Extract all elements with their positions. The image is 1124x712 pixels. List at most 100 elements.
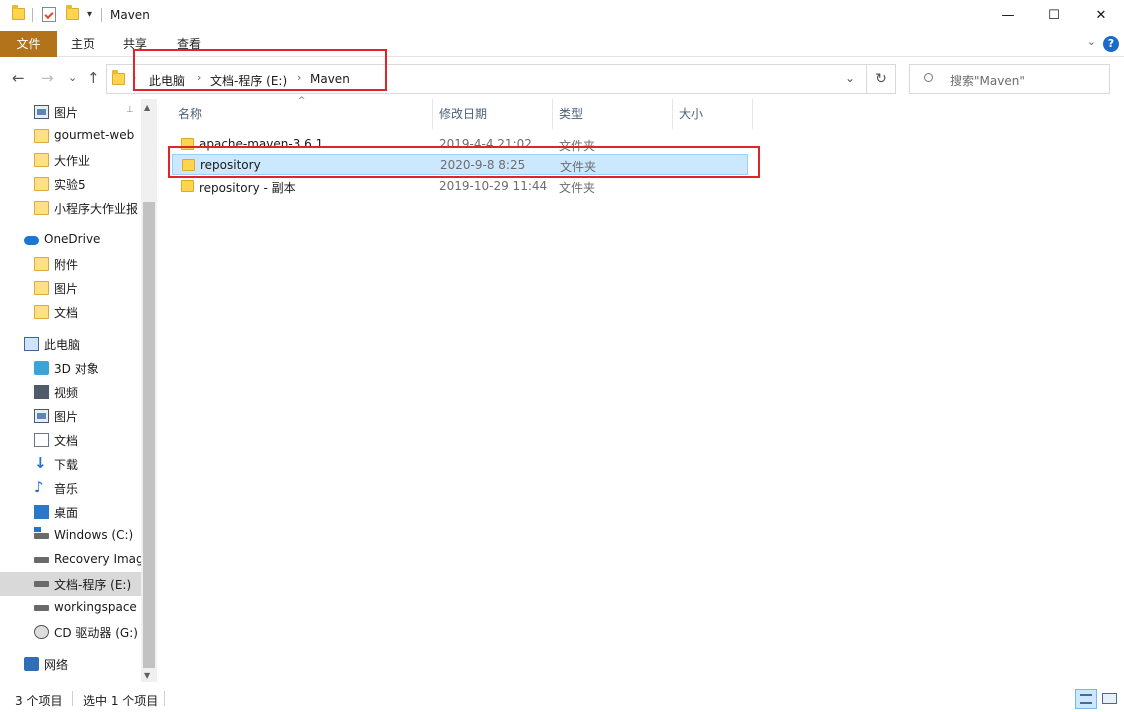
details-view-button[interactable] [1075,689,1097,709]
ribbon: 文件 主页 共享 查看 ⌄ ? [0,31,1124,57]
breadcrumb-drive-e[interactable]: 文档-程序 (E:) [210,72,287,89]
sidebar-item[interactable]: 图片 [0,276,141,300]
breadcrumb-separator[interactable]: › [297,71,301,84]
folder-icon [181,180,194,192]
toolbar-divider [101,8,102,22]
sidebar-item[interactable]: 此电脑 [0,332,141,356]
tab-file[interactable]: 文件 [0,31,57,57]
file-row[interactable]: repository 2020-9-8 8:25 文件夹 [172,154,748,175]
sidebar-item[interactable]: ♪ 音乐 [0,476,141,500]
search-icon [924,73,933,82]
details-view-icon [1080,694,1092,704]
sidebar-item[interactable]: 网络 [0,652,141,676]
sidebar-item[interactable]: gourmet-web [0,124,141,148]
recent-locations-button[interactable]: ⌄ [68,71,77,84]
folder-icon [34,201,49,215]
sidebar-item[interactable]: 文档 [0,300,141,324]
sidebar-item[interactable]: 实验5 [0,172,141,196]
sidebar-item-label: 图片 [54,106,79,120]
sidebar-item[interactable]: 图片 ⊥ [0,100,141,124]
drive-icon [34,581,49,587]
download-icon: ↓ [34,454,47,472]
nav-scrollbar-thumb[interactable] [143,202,155,668]
folder-icon [34,177,49,191]
breadcrumb-separator[interactable]: › [132,71,136,84]
sidebar-item-label: 3D 对象 [54,362,99,376]
windows-drive-icon [34,527,49,539]
file-row[interactable]: repository - 副本 2019-10-29 11:44 文件夹 [172,176,748,197]
nav-scrollbar[interactable]: ▲ ▼ [141,99,157,682]
navigation-pane: 图片 ⊥ gourmet-web 大作业 实验5 小程序大作业报 OneDrive 附件 图片文… [0,99,157,682]
sidebar-item[interactable]: 3D 对象 [0,356,141,380]
forward-button[interactable]: → [41,69,54,87]
computer-icon [24,337,39,351]
folder-icon [34,153,49,167]
sidebar-item-label: 桌面 [54,506,79,520]
back-button[interactable]: ← [12,69,25,87]
sidebar-item[interactable]: 小程序大作业报 [0,196,141,220]
sidebar-item[interactable]: 图片 [0,404,141,428]
column-header-date[interactable]: 修改日期 [433,99,552,129]
refresh-button[interactable]: ↻ [867,64,896,94]
expand-ribbon-icon[interactable]: ⌄ [1087,35,1096,48]
sidebar-item[interactable]: Windows (C:) [0,524,141,548]
breadcrumb-this-pc[interactable]: 此电脑 [149,72,185,89]
new-folder-icon[interactable] [66,5,79,20]
file-date: 2019-4-4 21:02 [439,137,532,151]
large-icons-view-button[interactable] [1099,689,1121,709]
sidebar-item[interactable]: workingspace [0,596,141,620]
file-type: 文件夹 [560,160,597,174]
customize-toolbar-icon[interactable]: ▾ [87,9,92,20]
folder-icon [34,257,49,271]
scroll-up-icon[interactable]: ▲ [144,103,150,112]
breadcrumb-maven[interactable]: Maven [310,72,350,86]
drive-icon [34,605,49,611]
file-name: apache-maven-3.6.1 [199,137,324,151]
tab-view[interactable]: 查看 [164,34,214,55]
maximize-button[interactable]: ☐ [1031,0,1077,31]
sidebar-item-label: 文档-程序 (E:) [54,578,132,592]
folder-icon [181,138,194,150]
column-header-name[interactable]: 名称 [172,99,432,129]
close-button[interactable]: ✕ [1078,0,1124,31]
folder-icon [34,281,49,295]
sidebar-item[interactable]: 桌面 [0,500,141,524]
file-row[interactable]: apache-maven-3.6.1 2019-4-4 21:02 文件夹 [172,134,748,155]
up-button[interactable]: ↑ [87,69,100,87]
column-header-size[interactable]: 大小 [673,99,752,129]
sidebar-item[interactable]: Recovery Imag [0,548,141,572]
sidebar-item[interactable]: 文档 [0,428,141,452]
file-list: ^ 名称 修改日期 类型 大小 apache-maven-3.6.1 2019-4… [159,96,1124,682]
sidebar-item[interactable]: 文档-程序 (E:) [0,572,141,596]
properties-icon[interactable] [42,7,56,22]
search-input[interactable]: 搜索"Maven" [909,64,1110,94]
sidebar-item-label: 文档 [54,434,79,448]
address-bar[interactable]: › 此电脑 › 文档-程序 (E:) › Maven ⌄ [106,64,867,94]
sidebar-item[interactable]: 大作业 [0,148,141,172]
scroll-down-icon[interactable]: ▼ [144,671,150,680]
breadcrumb-separator[interactable]: › [197,71,201,84]
sidebar-item[interactable]: CD 驱动器 (G:) [0,620,141,644]
folder-icon [12,5,25,20]
sidebar-item[interactable]: 附件 [0,252,141,276]
address-history-dropdown[interactable]: ⌄ [845,71,855,85]
column-header-type[interactable]: 类型 [553,99,672,129]
status-divider [72,691,73,706]
tab-home[interactable]: 主页 [58,34,108,55]
sidebar-item-label: 此电脑 [44,338,81,352]
sidebar-item[interactable]: OneDrive [0,228,141,252]
status-bar: 3 个项目 选中 1 个项目 [0,682,1124,712]
sidebar-item[interactable]: ↓ 下载 [0,452,141,476]
sidebar-item-label: Windows (C:) [54,528,134,542]
pin-icon: ⊥ [126,105,134,115]
pictures-icon [34,409,49,423]
sidebar-item-label: gourmet-web [54,128,135,142]
tab-share[interactable]: 共享 [110,34,160,55]
column-divider[interactable] [752,99,753,129]
desktop-icon [34,505,49,519]
sidebar-item[interactable]: 视频 [0,380,141,404]
minimize-button[interactable]: — [985,0,1031,31]
sidebar-item-label: 网络 [44,658,69,672]
3d-objects-icon [34,361,49,375]
help-icon[interactable]: ? [1103,36,1119,52]
